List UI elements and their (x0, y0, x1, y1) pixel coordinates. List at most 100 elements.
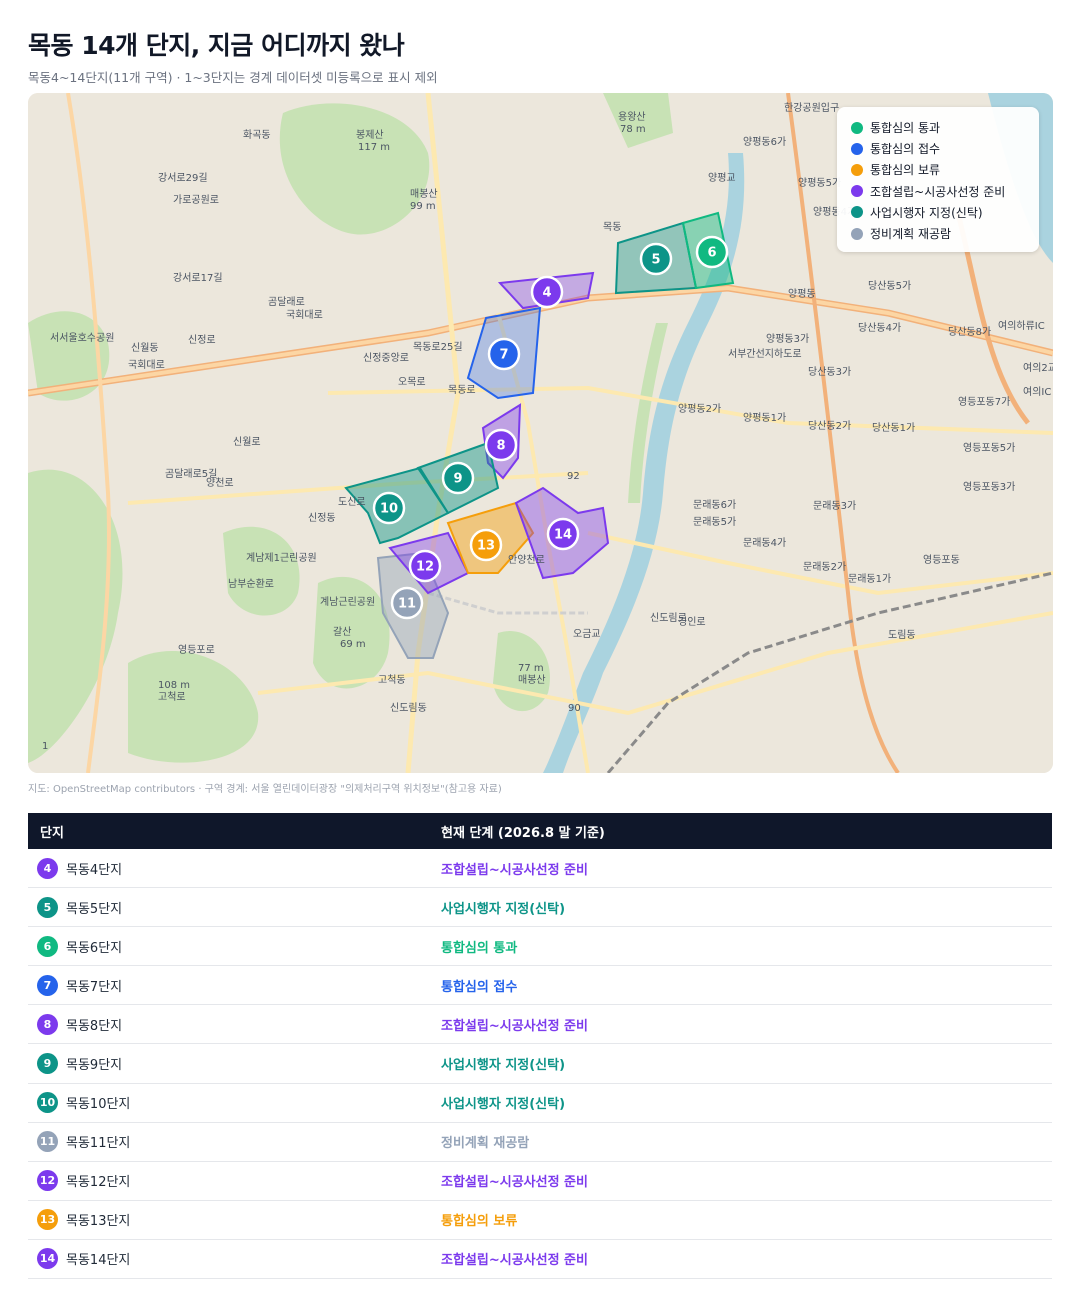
map-place-label: 강서로29길 (158, 171, 208, 184)
map-place-label: 문래동4가 (743, 537, 786, 549)
map-place-label: 당산동4가 (858, 322, 901, 334)
marker-number: 11 (398, 597, 416, 612)
zone-marker-5[interactable]: 5 (639, 242, 673, 276)
map-place-label: 고척동 (378, 674, 406, 686)
map-place-label: 양평동5가 (798, 177, 841, 189)
table-row: 11 목동11단지 정비계획 재공람 (28, 1123, 1052, 1162)
zone-marker-6[interactable]: 6 (695, 235, 729, 269)
zone-marker-8[interactable]: 8 (484, 428, 518, 462)
map-place-label: 문래동1가 (848, 573, 891, 585)
table-row: 4 목동4단지 조합설립~시공사선정 준비 (28, 849, 1052, 889)
marker-number: 9 (453, 472, 462, 487)
complex-cell: 11 목동11단지 (28, 1131, 441, 1153)
map-place-label: 문래동5가 (693, 516, 736, 528)
zone-marker-14[interactable]: 14 (546, 517, 580, 551)
stage-cell: 조합설립~시공사선정 준비 (441, 1018, 588, 1034)
map-place-label: 양평동3가 (766, 333, 809, 345)
page-title: 목동 14개 단지, 지금 어디까지 왔나 (28, 31, 405, 60)
map-place-label: 용왕산 (618, 111, 646, 123)
legend-item: 조합설립~시공사선정 준비 (851, 181, 1027, 202)
complex-cell: 4 목동4단지 (28, 857, 441, 879)
stage-cell: 정비계획 재공람 (441, 1136, 530, 1152)
map-place-label: 화곡동 (243, 129, 271, 141)
zone-marker-7[interactable]: 7 (487, 337, 521, 371)
map-place-label: 양평동1가 (743, 412, 786, 424)
stage-cell: 통합심의 보류 (441, 1214, 518, 1230)
complex-cell: 13 목동13단지 (28, 1209, 441, 1231)
map-place-label: 90 (568, 703, 581, 714)
table-header: 단지 현재 단계 (2026.8 말 기준) (28, 813, 1052, 849)
zone-marker-13[interactable]: 13 (469, 528, 503, 562)
map-place-label: 가로공원로 (173, 194, 219, 206)
table-row: 10 목동10단지 사업시행자 지정(신탁) (28, 1084, 1052, 1123)
map-place-label: 봉제산 (356, 129, 384, 141)
map-place-label: 신월동 (131, 342, 159, 354)
map-place-label: 신도림동 (390, 702, 427, 714)
map-place-label: 고척로 (158, 691, 186, 703)
legend-label: 통합심의 접수 (870, 142, 941, 157)
map-place-label: 매봉산 (410, 188, 438, 200)
complex-name: 목동12단지 (66, 1175, 131, 1191)
complex-number-badge: 6 (37, 935, 58, 957)
table-row: 12 목동12단지 조합설립~시공사선정 준비 (28, 1162, 1052, 1201)
marker-number: 6 (707, 246, 716, 261)
map-legend: 통합심의 통과 통합심의 접수 통합심의 보류 조합설립~시공사선정 준비 사업시행자 … (837, 107, 1039, 253)
complex-name: 목동10단지 (66, 1097, 131, 1113)
zone-marker-11[interactable]: 11 (390, 586, 424, 620)
map-place-label: 영등포동3가 (963, 481, 1015, 493)
map-place-label: 여의2교 (1023, 362, 1053, 374)
map-credit: 지도: OpenStreetMap contributors · 구역 경계: … (28, 784, 502, 795)
map-place-label: 당산동2가 (808, 420, 851, 432)
map-place-label: 여의하류IC (998, 319, 1045, 332)
map[interactable]: 화곡동 봉제산 117 m 매봉산 99 m 용왕산 78 m 한강공원입구 양평동6가 양평동5… (28, 93, 1053, 773)
map-place-label: 영등포동5가 (963, 442, 1015, 454)
zone-marker-4[interactable]: 4 (530, 275, 564, 309)
complex-cell: 5 목동5단지 (28, 896, 441, 918)
complex-name: 목동8단지 (66, 1018, 123, 1034)
map-place-label: 69 m (340, 639, 366, 650)
zone-marker-9[interactable]: 9 (441, 461, 475, 495)
col-stage-header: 현재 단계 (2026.8 말 기준) (441, 825, 605, 841)
stage-cell: 사업시행자 지정(신탁) (441, 1058, 566, 1074)
map-place-label: 신월로 (233, 436, 261, 448)
table-row: 8 목동8단지 조합설립~시공사선정 준비 (28, 1005, 1052, 1045)
map-place-label: 목동로25길 (413, 340, 463, 353)
table-row: 5 목동5단지 사업시행자 지정(신탁) (28, 888, 1052, 928)
map-place-label: 당산동1가 (872, 422, 915, 434)
legend-item: 정비계획 재공람 (851, 223, 1027, 244)
map-place-label: 신정중앙로 (363, 352, 409, 364)
map-place-label: 문래동2가 (803, 561, 846, 573)
complex-number-badge: 5 (37, 896, 58, 918)
complex-name: 목동5단지 (66, 901, 123, 917)
complex-cell: 8 목동8단지 (28, 1013, 441, 1035)
stage-cell: 조합설립~시공사선정 준비 (441, 862, 588, 878)
status-table: 단지 현재 단계 (2026.8 말 기준) 4 목동4단지 조합설립~시공사선정 … (28, 813, 1052, 1280)
zone-marker-12[interactable]: 12 (408, 549, 442, 583)
map-place-label: 117 m (358, 142, 390, 153)
map-place-label: 당산동5가 (868, 280, 911, 292)
marker-number: 7 (499, 348, 508, 363)
map-place-label: 한강공원입구 (784, 101, 839, 114)
marker-number: 4 (542, 286, 551, 301)
legend-label: 통합심의 통과 (870, 121, 941, 136)
map-place-label: 목동로 (448, 384, 476, 396)
marker-number: 12 (416, 560, 434, 575)
complex-number-badge: 13 (37, 1209, 58, 1231)
complex-cell: 6 목동6단지 (28, 935, 441, 957)
map-place-label: 양평동2가 (678, 403, 721, 415)
legend-dot-icon (851, 227, 863, 240)
map-place-label: 곰달래로 (268, 296, 305, 308)
complex-name: 목동9단지 (66, 1058, 123, 1074)
map-place-label: 영등포동7가 (958, 396, 1010, 408)
map-place-label: 78 m (620, 124, 646, 135)
complex-number-badge: 9 (37, 1053, 58, 1075)
complex-number-badge: 7 (37, 974, 58, 996)
table-body: 4 목동4단지 조합설립~시공사선정 준비 5 목동5단지 사업시행자 지정(신탁) 6 목동… (28, 849, 1052, 1280)
map-place-label: 77 m (518, 663, 544, 674)
zone-marker-10[interactable]: 10 (372, 491, 406, 525)
legend-label: 조합설립~시공사선정 준비 (870, 184, 1006, 199)
legend-item: 통합심의 보류 (851, 159, 1027, 180)
complex-cell: 10 목동10단지 (28, 1092, 441, 1114)
map-place-label: 양평동 (788, 288, 816, 300)
map-place-label: 양평교 (708, 172, 736, 184)
